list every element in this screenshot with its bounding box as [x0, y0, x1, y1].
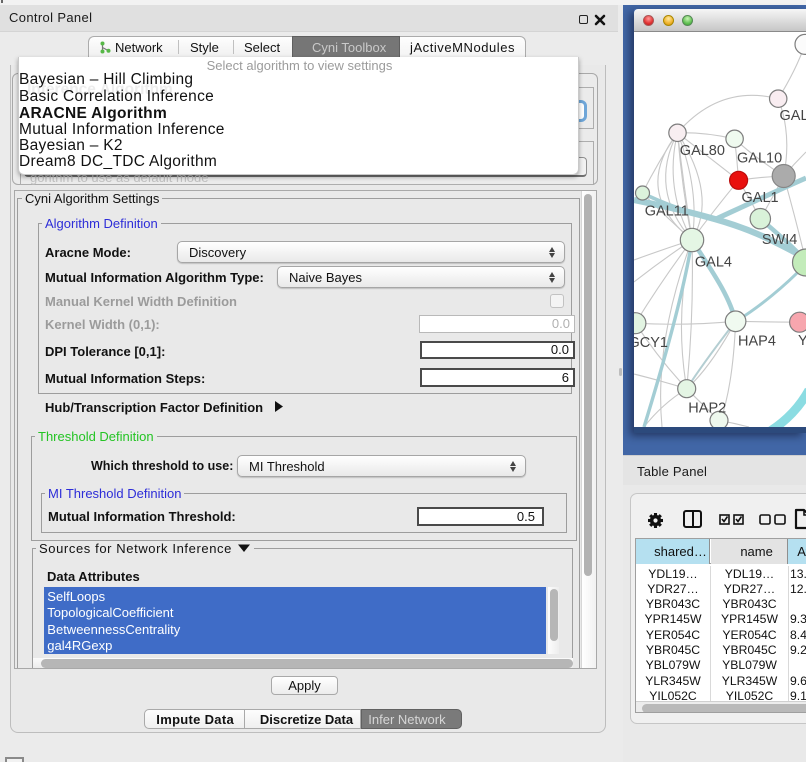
svg-text:GAL4: GAL4 — [695, 255, 732, 271]
svg-text:GAL1: GAL1 — [742, 190, 779, 206]
svg-text:GAL80: GAL80 — [680, 143, 725, 159]
svg-text:HAP4: HAP4 — [738, 333, 776, 349]
svg-text:GAL2: GAL2 — [780, 108, 806, 124]
svg-text:GAL10: GAL10 — [737, 151, 782, 167]
svg-text:SWI4: SWI4 — [762, 232, 797, 248]
svg-text:GCY1: GCY1 — [634, 335, 668, 351]
svg-text:HAP2: HAP2 — [688, 401, 726, 417]
svg-text:GAL11: GAL11 — [645, 204, 689, 220]
svg-text:YJR048W: YJR048W — [798, 333, 806, 349]
